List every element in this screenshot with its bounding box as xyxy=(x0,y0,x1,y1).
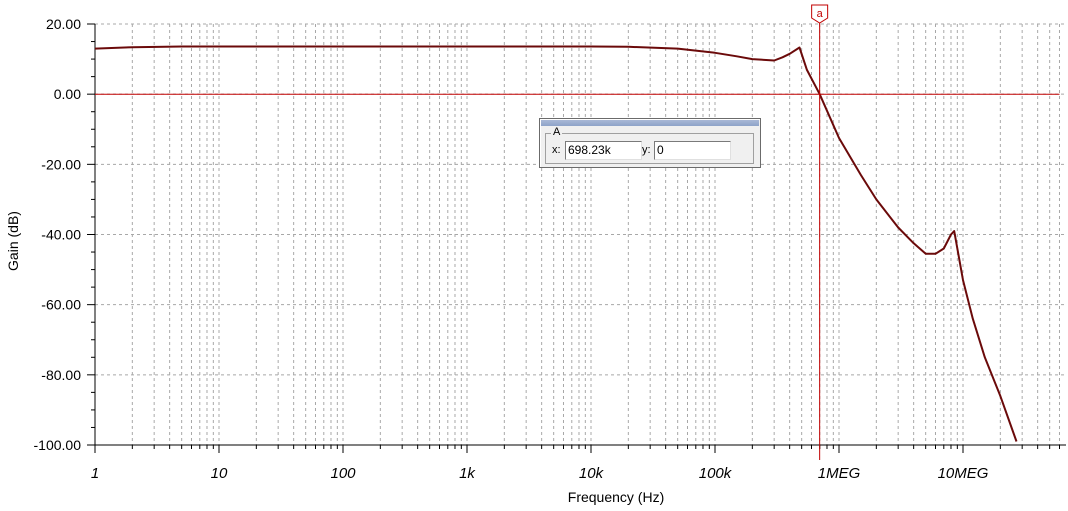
cursor-group-title: A xyxy=(551,126,563,138)
y-tick-label: -80.00 xyxy=(41,367,81,383)
x-axis-label: Frequency (Hz) xyxy=(568,489,664,505)
axes xyxy=(87,23,1066,453)
cursor-a[interactable]: a xyxy=(811,4,829,460)
readout-titlebar[interactable] xyxy=(541,120,759,126)
x-readout-label: x: xyxy=(552,144,561,156)
x-tick-label: 1MEG xyxy=(818,465,861,482)
gain-plot: 20.00 0.00 -20.00 -40.00 -60.00 -80.00 -100.00… xyxy=(5,4,1066,505)
y-axis-label: Gain (dB) xyxy=(5,211,21,271)
cursor-flag-label[interactable]: a xyxy=(817,8,824,20)
y-readout-field[interactable]: 0 xyxy=(654,141,731,160)
y-tick-label: 0.00 xyxy=(54,86,81,102)
x-tick-label: 100k xyxy=(699,465,733,482)
x-readout-field[interactable]: 698.23k xyxy=(565,141,642,160)
x-tick-label: 10MEG xyxy=(938,465,989,482)
y-tick-label: 20.00 xyxy=(46,16,81,32)
tick-labels: 20.00 0.00 -20.00 -40.00 -60.00 -80.00 -100.00… xyxy=(34,16,989,482)
x-tick-label: 1 xyxy=(91,465,99,482)
gain-curve xyxy=(94,45,1018,442)
y-tick-label: -100.00 xyxy=(34,437,82,453)
grid xyxy=(95,23,1066,445)
x-tick-label: 100 xyxy=(330,465,356,482)
x-tick-label: 10k xyxy=(579,465,605,482)
y-tick-label: -60.00 xyxy=(41,297,81,313)
cursor-readout-window[interactable]: A x: 698.23k y: 0 xyxy=(539,118,761,168)
x-tick-label: 10 xyxy=(211,465,228,482)
x-tick-label: 1k xyxy=(459,465,476,482)
y-tick-label: -40.00 xyxy=(41,227,81,243)
y-readout-label: y: xyxy=(642,144,651,156)
series-group xyxy=(94,45,1060,442)
y-tick-label: -20.00 xyxy=(41,156,81,172)
cursor-a-group: A x: 698.23k y: 0 xyxy=(545,126,754,164)
